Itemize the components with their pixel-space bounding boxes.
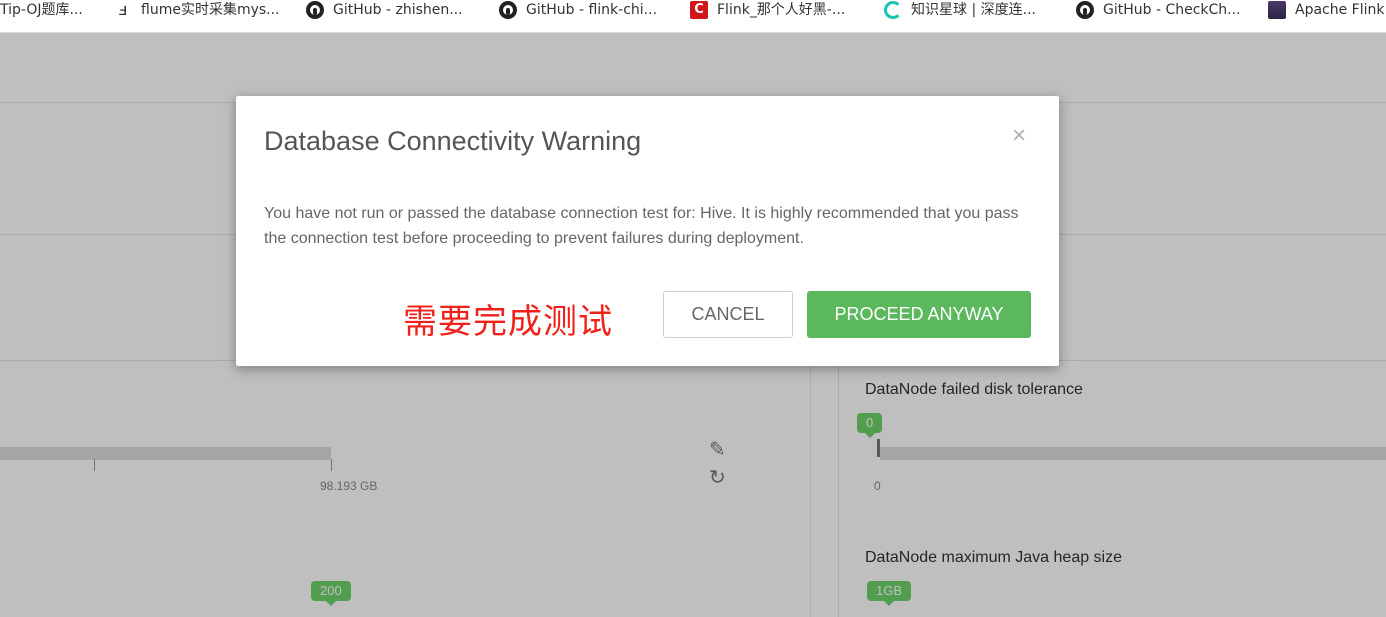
annotation-text: 需要完成测试 (403, 302, 613, 342)
bookmark-label: Tip-OJ题库... (0, 2, 83, 18)
bookmark-label: GitHub - flink-chi... (526, 2, 658, 18)
bookmark-tip-oj[interactable]: Tip-OJ题库... (0, 0, 83, 20)
bookmark-zsxq[interactable]: 知识星球 | 深度连... (884, 0, 1036, 20)
proceed-anyway-button[interactable]: PROCEED ANYWAY (807, 291, 1031, 338)
bookmarks-bar: Tip-OJ题库... ⅎ flume实时采集mys... GitHub - z… (0, 0, 1386, 33)
bookmark-github-zhishen[interactable]: GitHub - zhishen... (306, 0, 463, 20)
bookmark-flume[interactable]: ⅎ flume实时采集mys... (114, 0, 280, 20)
modal-title: Database Connectivity Warning (264, 126, 642, 156)
bookmark-label: 知识星球 | 深度连... (911, 2, 1036, 18)
bookmark-apache-flink[interactable]: Apache Flink (1268, 0, 1385, 20)
bookmark-flink-csdn[interactable]: C Flink_那个人好黑-... (690, 0, 845, 20)
github-icon (499, 1, 517, 19)
bookmark-icon: ⅎ (118, 0, 128, 20)
bookmark-github-flink-chi[interactable]: GitHub - flink-chi... (499, 0, 657, 20)
warning-modal: Database Connectivity Warning × You have… (236, 96, 1059, 366)
cancel-button[interactable]: CANCEL (663, 291, 793, 338)
avatar-icon (1268, 1, 1286, 19)
close-icon[interactable]: × (1012, 122, 1026, 150)
bookmark-label: GitHub - CheckCh... (1103, 2, 1241, 18)
zsxq-icon (884, 1, 902, 19)
bookmark-github-checkch[interactable]: GitHub - CheckCh... (1076, 0, 1241, 20)
github-icon (1076, 1, 1094, 19)
bookmark-label: Apache Flink (1295, 2, 1385, 18)
bookmark-label: Flink_那个人好黑-... (717, 2, 846, 18)
modal-body-text: You have not run or passed the database … (264, 205, 1019, 247)
bookmark-label: flume实时采集mys... (141, 2, 280, 18)
csdn-icon: C (690, 1, 708, 19)
github-icon (306, 1, 324, 19)
bookmark-label: GitHub - zhishen... (333, 2, 463, 18)
